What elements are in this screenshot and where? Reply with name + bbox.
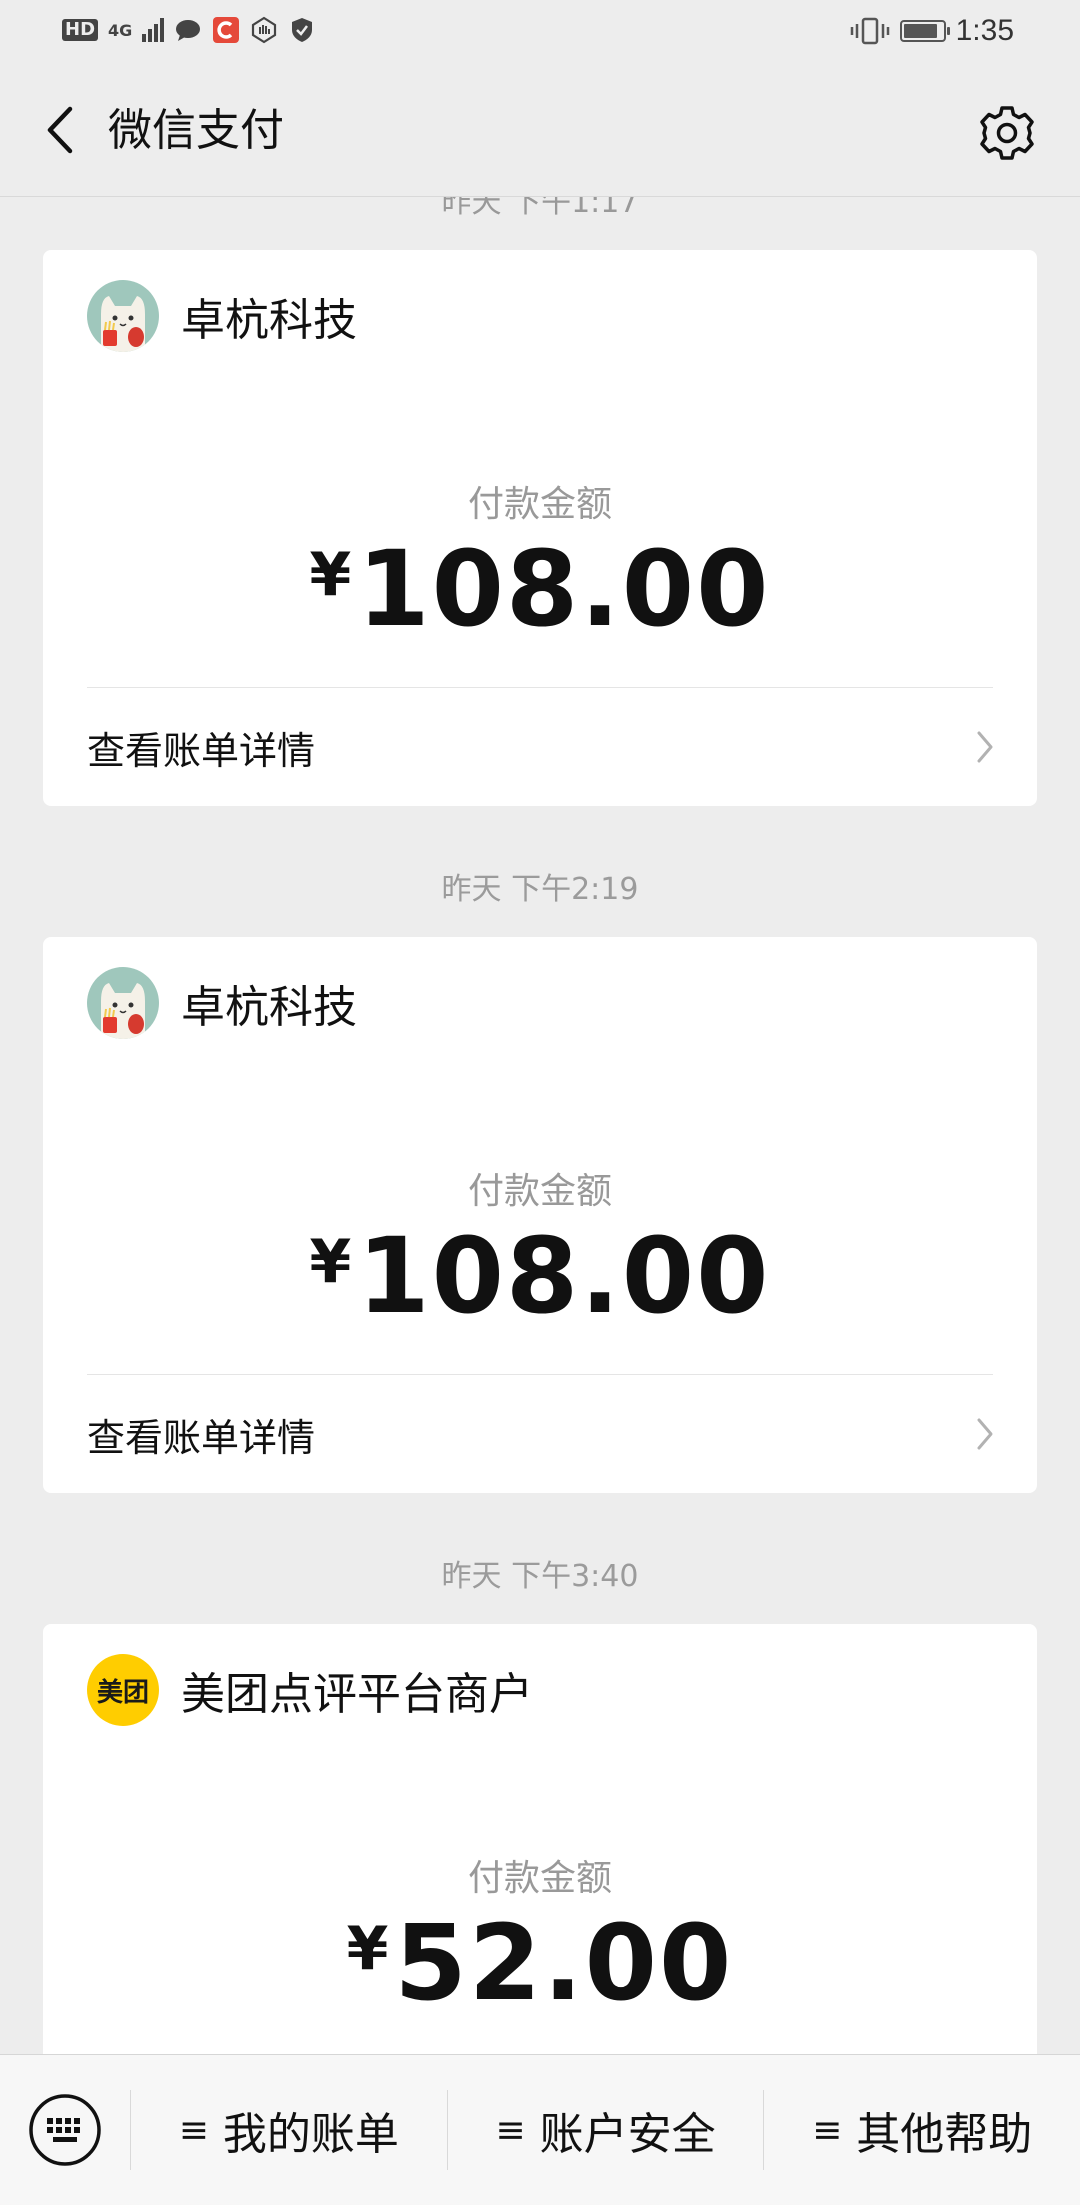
payment-message-feed[interactable]: 昨天 下午1:17 卓杭科技 付款金额 ¥108.00 查看账单详情 昨天 下午… <box>0 197 1080 2054</box>
back-button[interactable] <box>30 100 90 160</box>
amount-value: 108.00 <box>357 1215 771 1337</box>
network-type: 4G <box>108 20 133 40</box>
menu-label: 其他帮助 <box>856 2109 1033 2160</box>
timestamp: 昨天 下午1:17 <box>441 197 639 220</box>
payment-card[interactable]: 美团 美团点评平台商户 付款金额 ¥52.00 <box>43 1624 1037 2054</box>
hd-indicator: HD <box>62 19 99 41</box>
hamburger-icon: ≡ <box>812 2109 843 2151</box>
payment-card[interactable]: 卓杭科技 付款金额 ¥108.00 查看账单详情 <box>43 937 1037 1493</box>
nav-header: 微信支付 <box>0 66 1080 197</box>
chevron-right-icon <box>977 1418 993 1450</box>
battery-icon <box>899 20 950 42</box>
cat-avatar-icon <box>87 967 159 1039</box>
clock: 1:35 <box>955 14 1014 47</box>
chat-bubble-icon <box>176 20 201 41</box>
status-icons-right: 1:35 <box>850 14 1014 48</box>
merchant-name: 卓杭科技 <box>181 982 357 1033</box>
merchant-row: 美团 美团点评平台商户 <box>87 1654 533 1726</box>
chevron-left-icon <box>47 106 73 154</box>
keyboard-toggle-button[interactable] <box>0 2055 130 2205</box>
timestamp: 昨天 下午2:19 <box>441 872 639 907</box>
merchant-avatar <box>87 280 159 352</box>
timestamp: 昨天 下午3:40 <box>441 1559 639 1594</box>
payment-amount: ¥52.00 <box>43 1889 1037 2023</box>
bottom-menu-bar: ≡ 我的账单 ≡ 账户安全 ≡ 其他帮助 <box>0 2054 1080 2205</box>
chevron-right-icon <box>977 731 993 763</box>
hamburger-icon: ≡ <box>178 2109 209 2151</box>
amount-value: 108.00 <box>357 528 771 650</box>
hamburger-icon: ≡ <box>495 2109 526 2151</box>
view-bill-details-link[interactable]: 查看账单详情 <box>87 688 997 806</box>
view-bill-details-link[interactable]: 查看账单详情 <box>87 1375 997 1493</box>
menu-other-help[interactable]: ≡ 其他帮助 <box>764 2055 1080 2205</box>
detail-label: 查看账单详情 <box>87 728 316 773</box>
menu-label: 账户安全 <box>539 2109 716 2160</box>
hand-shield-icon <box>252 16 277 44</box>
menu-label: 我的账单 <box>222 2109 399 2160</box>
status-bar: HD 4G 1:35 <box>0 0 1080 66</box>
merchant-row: 卓杭科技 <box>87 280 357 352</box>
merchant-row: 卓杭科技 <box>87 967 357 1039</box>
currency-symbol: ¥ <box>309 540 354 610</box>
status-icons-left: HD 4G <box>62 16 316 44</box>
payment-amount: ¥108.00 <box>43 1202 1037 1336</box>
merchant-name: 美团点评平台商户 <box>181 1669 533 1720</box>
detail-label: 查看账单详情 <box>87 1415 316 1460</box>
currency-symbol: ¥ <box>309 1227 354 1297</box>
keyboard-icon <box>29 2094 101 2166</box>
app-c-icon <box>213 17 240 43</box>
meituan-logo: 美团 <box>87 1654 159 1726</box>
settings-button[interactable] <box>976 102 1038 164</box>
currency-symbol: ¥ <box>346 1914 391 1984</box>
payment-amount: ¥108.00 <box>43 515 1037 649</box>
gear-icon <box>980 106 1034 160</box>
menu-account-security[interactable]: ≡ 账户安全 <box>448 2055 764 2205</box>
page-title: 微信支付 <box>108 105 284 156</box>
amount-value: 52.00 <box>394 1902 734 2024</box>
cat-avatar-icon <box>87 280 159 352</box>
merchant-name: 卓杭科技 <box>181 295 357 346</box>
menu-my-bills[interactable]: ≡ 我的账单 <box>131 2055 447 2205</box>
vibrate-icon <box>850 17 889 45</box>
signal-icon <box>142 18 165 42</box>
merchant-avatar <box>87 967 159 1039</box>
shield-check-icon <box>292 18 313 42</box>
payment-card[interactable]: 卓杭科技 付款金额 ¥108.00 查看账单详情 <box>43 250 1037 806</box>
